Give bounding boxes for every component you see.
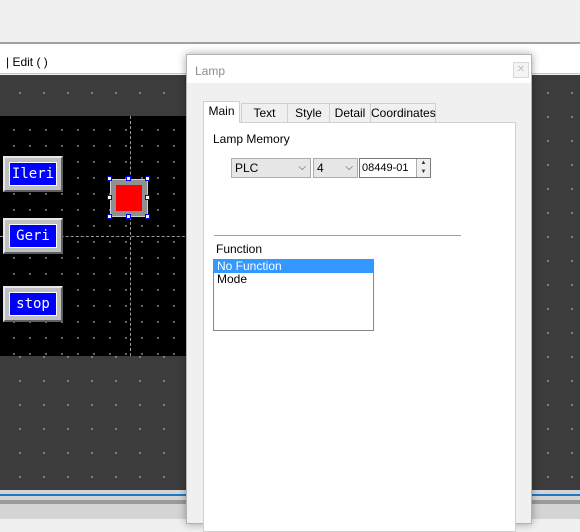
selection-handle[interactable] bbox=[107, 214, 112, 219]
lamp-memory-label: Lamp Memory bbox=[213, 132, 290, 146]
ileri-button[interactable]: Ileri bbox=[3, 156, 63, 192]
chevron-down-icon: ⌵ bbox=[345, 162, 353, 173]
tab-text[interactable]: Text bbox=[241, 103, 288, 123]
selection-handle[interactable] bbox=[126, 176, 131, 181]
function-label: Function bbox=[216, 242, 263, 256]
guide-line-vertical bbox=[130, 116, 131, 356]
lamp-object[interactable] bbox=[110, 179, 148, 217]
dialog-title-bar[interactable]: Lamp ✕ bbox=[187, 55, 531, 83]
geri-button[interactable]: Geri bbox=[3, 218, 63, 254]
section-divider bbox=[214, 235, 461, 236]
dialog-title: Lamp bbox=[195, 64, 226, 78]
tab-coordinates[interactable]: Coordinates bbox=[370, 103, 436, 123]
top-toolbar-area bbox=[0, 0, 580, 42]
selection-handle[interactable] bbox=[126, 214, 131, 219]
address-input[interactable]: 08449-01 ▲ ▼ bbox=[359, 158, 431, 178]
device-type-value: PLC bbox=[235, 161, 259, 175]
function-list[interactable]: No Function Mode bbox=[213, 259, 374, 331]
tab-style[interactable]: Style bbox=[287, 103, 330, 123]
selection-handle[interactable] bbox=[107, 195, 112, 200]
address-value: 08449-01 bbox=[362, 162, 409, 174]
tab-main[interactable]: Main bbox=[203, 101, 240, 123]
spin-arrows-icon[interactable]: ▲ ▼ bbox=[416, 159, 430, 177]
station-value: 4 bbox=[317, 161, 324, 175]
device-type-select[interactable]: PLC ⌵ bbox=[231, 158, 311, 178]
button-label: Ileri bbox=[9, 162, 57, 186]
selection-handle[interactable] bbox=[107, 176, 112, 181]
selection-handle[interactable] bbox=[145, 195, 150, 200]
list-item[interactable]: Mode bbox=[214, 273, 373, 286]
selection-handle[interactable] bbox=[145, 214, 150, 219]
button-label: stop bbox=[9, 292, 57, 316]
station-select[interactable]: 4 ⌵ bbox=[313, 158, 358, 178]
lamp-indicator bbox=[116, 185, 142, 211]
button-label: Geri bbox=[9, 224, 57, 248]
close-icon[interactable]: ✕ bbox=[513, 62, 529, 78]
editor-title: | Edit ( ) bbox=[6, 55, 48, 69]
selection-handle[interactable] bbox=[145, 176, 150, 181]
stop-button[interactable]: stop bbox=[3, 286, 63, 322]
lamp-dialog: Lamp ✕ Lamp Memory PLC ⌵ 4 ⌵ 08449-01 ▲ ▼… bbox=[186, 54, 532, 532]
chevron-down-icon: ⌵ bbox=[298, 162, 306, 173]
tab-panel-main: Lamp Memory PLC ⌵ 4 ⌵ 08449-01 ▲ ▼ Functi… bbox=[203, 122, 516, 532]
tab-detail[interactable]: Detail bbox=[329, 103, 371, 123]
